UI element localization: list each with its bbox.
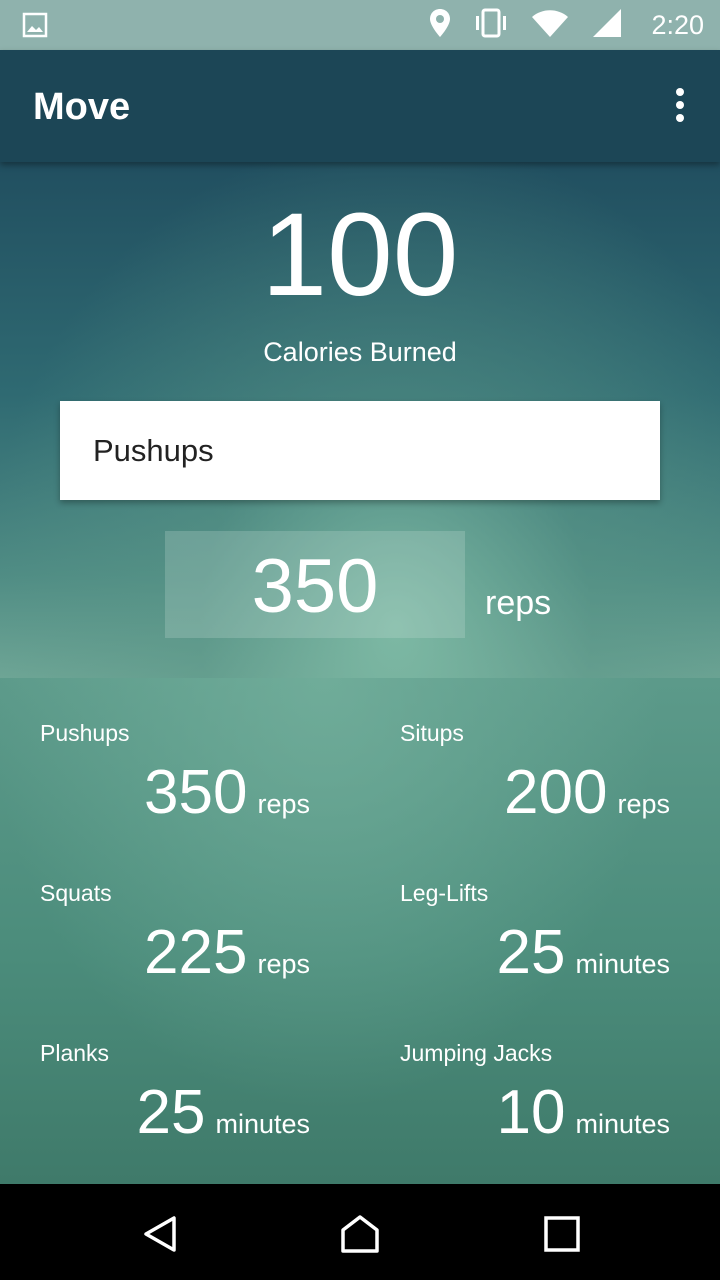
exercise-stats-grid: Pushups 350 reps Situps 200 reps Squats 22…	[0, 678, 720, 1184]
clock: 2:20	[651, 9, 704, 40]
stat-value: 10	[496, 1078, 566, 1147]
wifi-icon	[531, 8, 569, 43]
home-icon[interactable]	[340, 1214, 380, 1254]
stat-leg-lifts: Leg-Lifts 25 minutes	[360, 838, 720, 998]
stat-pushups: Pushups 350 reps	[0, 678, 360, 838]
location-icon	[429, 8, 451, 43]
stat-value: 25	[136, 1078, 206, 1147]
recents-icon[interactable]	[542, 1214, 582, 1254]
stat-name: Planks	[40, 1040, 110, 1066]
reps-unit-label: reps	[485, 584, 552, 622]
vibrate-icon	[473, 8, 509, 43]
stat-value: 350	[144, 758, 248, 827]
calories-label: Calories Burned	[263, 337, 457, 367]
stat-squats: Squats 225 reps	[0, 838, 360, 998]
back-icon[interactable]	[140, 1214, 180, 1254]
app-title: Move	[33, 86, 131, 128]
stat-jumping-jacks: Jumping Jacks 10 minutes	[360, 998, 720, 1158]
image-icon	[22, 12, 48, 43]
reps-input[interactable]: 350	[165, 531, 465, 638]
exercise-select-value: Pushups	[93, 433, 214, 468]
status-bar: 2:20	[0, 0, 720, 50]
stat-unit: reps	[257, 949, 310, 979]
calories-value: 100	[261, 189, 459, 321]
app-bar: Move	[0, 50, 720, 162]
more-vert-icon[interactable]	[670, 88, 690, 128]
stat-name: Jumping Jacks	[400, 1040, 553, 1066]
calories-summary: 100 Calories Burned Pushups 350 reps	[0, 162, 720, 678]
stat-unit: minutes	[215, 1109, 310, 1139]
stat-name: Pushups	[40, 720, 130, 746]
stat-unit: minutes	[575, 949, 670, 979]
stat-name: Situps	[400, 720, 464, 746]
stat-value: 225	[144, 918, 248, 987]
stat-value: 200	[504, 758, 608, 827]
navigation-bar	[0, 1184, 720, 1280]
stat-unit: reps	[617, 789, 670, 819]
stat-value: 25	[496, 918, 566, 987]
reps-input-value: 350	[251, 544, 379, 629]
stat-situps: Situps 200 reps	[360, 678, 720, 838]
stat-unit: reps	[257, 789, 310, 819]
stat-name: Squats	[40, 880, 112, 906]
exercise-select[interactable]: Pushups	[60, 401, 660, 500]
signal-icon	[591, 8, 623, 43]
stat-planks: Planks 25 minutes	[0, 998, 360, 1158]
stat-unit: minutes	[575, 1109, 670, 1139]
stat-name: Leg-Lifts	[400, 880, 489, 906]
